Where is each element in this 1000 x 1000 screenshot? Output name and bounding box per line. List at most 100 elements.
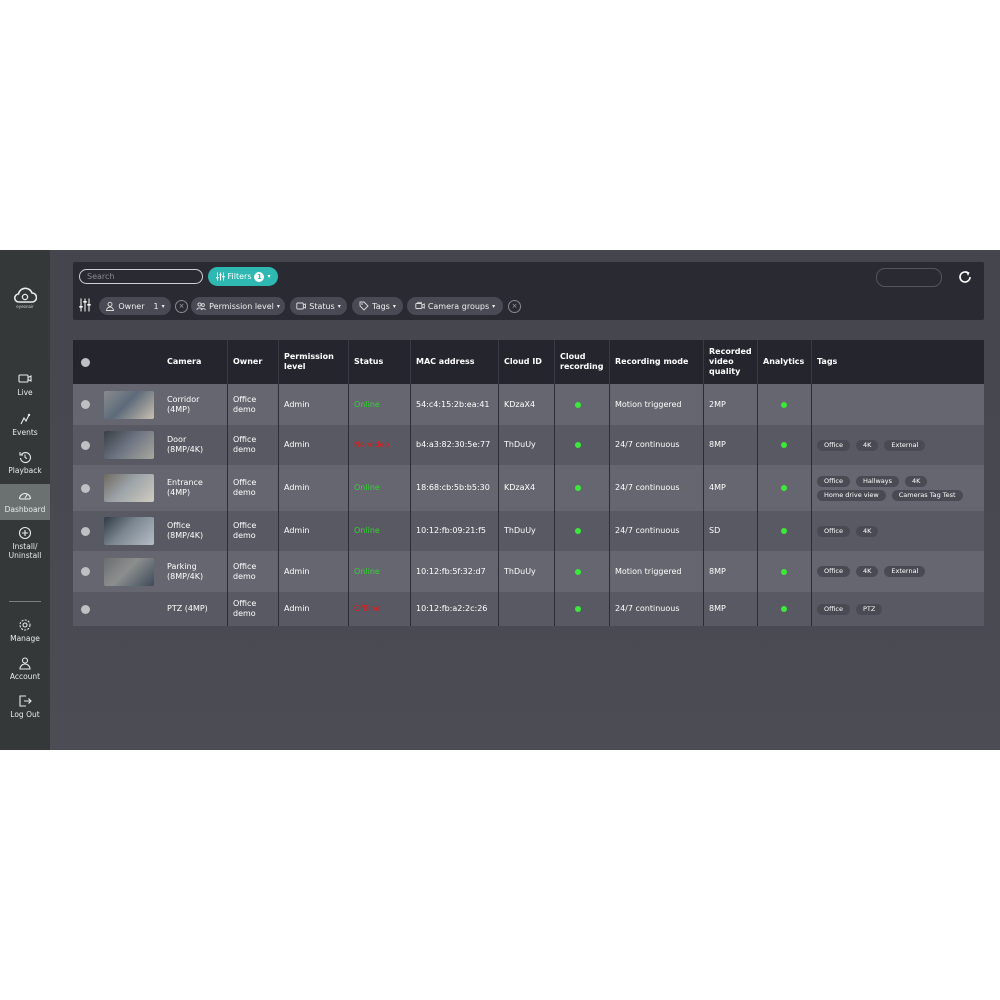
cloud-id-cell: KDzaX4 [498, 384, 554, 425]
column-divider [811, 340, 812, 384]
table-row[interactable]: Parking (8MP/4K) Office demo Admin Online 10… [73, 551, 984, 592]
table-row[interactable]: Corridor (4MP) Office demo Admin Online 54:c… [73, 384, 984, 425]
camera-thumbnail[interactable] [104, 517, 154, 545]
dashboard-icon [18, 493, 32, 500]
recording-mode: 24/7 continuous [615, 604, 680, 613]
filter-chip-status[interactable]: Status ▾ [290, 297, 347, 315]
filters-label: Filters [227, 272, 252, 281]
recording-mode-cell: 24/7 continuous [609, 425, 703, 465]
mac-address-cell: b4:a3:82:30:5e:77 [410, 425, 498, 465]
status-header[interactable]: Status [348, 340, 410, 384]
row-select-radio[interactable] [81, 526, 90, 536]
logo: eyeonair [8, 286, 42, 316]
cloud-recording-indicator [575, 401, 581, 408]
filter-settings-icon[interactable] [79, 298, 91, 312]
row-select-radio[interactable] [81, 400, 90, 409]
column-divider [348, 511, 349, 551]
mac-address: 10:12:fb:5f:32:d7 [416, 566, 486, 576]
permission-header[interactable]: Permission level [278, 340, 348, 384]
tag-badge: External [884, 566, 926, 577]
table-row[interactable]: Door (8MP/4K) Office demo Admin No video b4:… [73, 425, 984, 465]
tags-header[interactable]: Tags [811, 340, 984, 384]
row-select-radio[interactable] [81, 483, 90, 493]
row-select-cell [73, 425, 98, 465]
filters-button[interactable]: Filters 1 ▾ [208, 267, 278, 286]
cloud-recording-header[interactable]: Cloud recording [554, 340, 609, 384]
camera-thumbnail[interactable] [104, 390, 154, 419]
column-divider [278, 340, 279, 384]
cloud-recording-cell [554, 465, 609, 511]
nav-label: Playback [8, 466, 42, 475]
refresh-icon[interactable] [956, 268, 974, 286]
column-divider [811, 511, 812, 551]
camera-header[interactable]: Camera [161, 340, 227, 384]
column-divider [410, 592, 411, 626]
camera-name: Entrance (4MP) [167, 478, 203, 497]
nav-item-playback[interactable]: Playback [0, 450, 50, 486]
cloud-recording-header-label: Cloud recording [560, 352, 604, 371]
clear-owner-filter-icon[interactable]: × [175, 300, 188, 313]
chevron-down-icon: ▾ [267, 273, 271, 280]
tags-cell: Office 4K [811, 511, 984, 551]
nav-item-log-out[interactable]: Log Out [0, 694, 50, 730]
nav-item-dashboard[interactable]: Dashboard [0, 484, 50, 520]
toolbar-action-button[interactable] [876, 268, 942, 287]
nav-item-live[interactable]: Live [0, 372, 50, 408]
column-divider [811, 465, 812, 511]
quality-cell: 8MP [703, 551, 757, 592]
recording-mode-header[interactable]: Recording mode [609, 340, 703, 384]
filter-chip-tags[interactable]: Tags ▾ [352, 297, 403, 315]
filter-chip-label: Status [309, 301, 335, 311]
camera-name-cell: Office (8MP/4K) [161, 511, 227, 551]
cloud-recording-indicator [575, 528, 581, 534]
column-divider [554, 465, 555, 511]
column-divider [410, 551, 411, 592]
camera-thumbnail[interactable] [104, 474, 154, 502]
table-row[interactable]: Office (8MP/4K) Office demo Admin Online 10:… [73, 511, 984, 551]
column-divider [227, 592, 228, 626]
cloud-recording-cell [554, 425, 609, 465]
filter-chip-camera-groups[interactable]: Camera groups ▾ [407, 297, 503, 315]
filter-chip-owner[interactable]: Owner 1 ▾ [99, 297, 171, 315]
tag-badge: 4K [855, 525, 879, 537]
column-divider [554, 340, 555, 384]
mac-address: 54:c4:15:2b:ea:41 [416, 399, 490, 409]
table-row[interactable]: Entrance (4MP) Office demo Admin Online 18:6… [73, 465, 984, 511]
camera-thumbnail[interactable] [104, 557, 154, 586]
clear-all-filters-icon[interactable]: × [508, 300, 521, 313]
mac-address: 10:12:fb:a2:2c:26 [416, 604, 488, 613]
camera-thumbnail[interactable] [104, 431, 154, 459]
cloud-id-header[interactable]: Cloud ID [498, 340, 554, 384]
column-divider [811, 425, 812, 465]
select-all-radio[interactable] [81, 357, 90, 367]
table-row[interactable]: PTZ (4MP) Office demo Admin Offline 10:12:fb… [73, 592, 984, 626]
nav-item-manage[interactable]: Manage [0, 618, 50, 654]
filter-chip-permission-level[interactable]: Permission level ▾ [191, 297, 285, 315]
mac-header[interactable]: MAC address [410, 340, 498, 384]
nav-item-account[interactable]: Account [0, 656, 50, 692]
recording-mode-cell: 24/7 continuous [609, 511, 703, 551]
camera-name: Door (8MP/4K) [167, 435, 204, 454]
cameras-table: Camera Owner Permission level Status MAC add… [73, 340, 984, 626]
status-cell: Offline [348, 592, 410, 626]
quality-header[interactable]: Recorded video quality [703, 340, 757, 384]
tag-badge: Office [817, 525, 850, 537]
tag-icon [359, 301, 369, 311]
search-input[interactable] [79, 269, 203, 284]
column-divider [554, 511, 555, 551]
column-divider [227, 384, 228, 425]
filter-toolbar: Filters 1 ▾ Owner1▾ Permission level▾ Stat… [73, 262, 984, 320]
analytics-header[interactable]: Analytics [757, 340, 811, 384]
quality-cell: 4MP [703, 465, 757, 511]
column-divider [609, 511, 610, 551]
nav-item-events[interactable]: Events [0, 412, 50, 448]
row-select-radio[interactable] [81, 567, 90, 576]
row-select-radio[interactable] [81, 440, 90, 450]
quality-cell: 8MP [703, 592, 757, 626]
gear-icon [19, 619, 31, 631]
mac-address: 18:68:cb:5b:b5:30 [416, 483, 490, 492]
row-select-radio[interactable] [81, 604, 90, 614]
owner-header[interactable]: Owner [227, 340, 278, 384]
nav-item-install-uninstall[interactable]: Install/ Uninstall [0, 526, 50, 562]
video-quality: 8MP [709, 566, 726, 576]
